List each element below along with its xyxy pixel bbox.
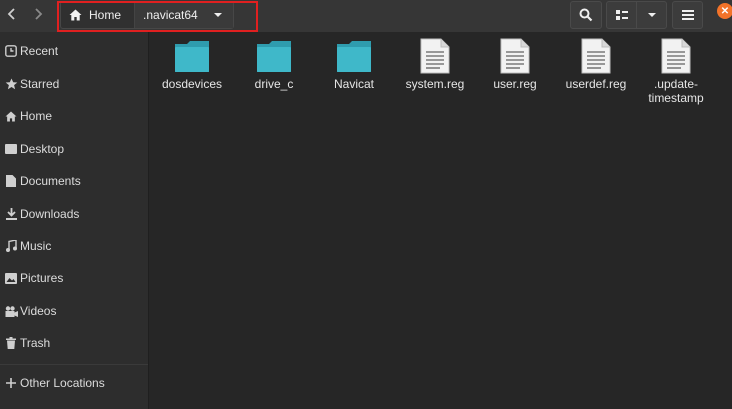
- sidebar-item-label: Recent: [20, 44, 59, 58]
- file-item-dosdevices[interactable]: dosdevices: [152, 38, 232, 91]
- sidebar-item-label: Home: [20, 109, 53, 123]
- search-icon: [579, 8, 593, 22]
- file-name: .update-timestamp: [648, 77, 704, 105]
- file-name: dosdevices: [161, 77, 223, 91]
- file-item-update-timestamp[interactable]: .update-timestamp: [636, 38, 716, 105]
- sidebar-item-label: Desktop: [20, 142, 65, 156]
- file-name: user.reg: [493, 77, 537, 91]
- file-name: drive_c: [254, 77, 294, 91]
- sidebar-item-downloads[interactable]: Downloads: [0, 204, 148, 224]
- sidebar-item-documents[interactable]: Documents: [0, 171, 148, 191]
- hamburger-menu-icon: [681, 10, 694, 20]
- file-item-navicat[interactable]: Navicat: [314, 38, 394, 91]
- download-icon: [3, 208, 19, 220]
- sidebar-divider: [0, 364, 148, 365]
- star-icon: [3, 78, 19, 90]
- text-document-icon: [581, 38, 611, 74]
- text-document-icon: [500, 38, 530, 74]
- sidebar-item-videos[interactable]: Videos: [0, 301, 148, 321]
- sidebar-item-label: Music: [20, 239, 52, 253]
- file-item-drive-c[interactable]: drive_c: [234, 38, 314, 91]
- sidebar-item-trash[interactable]: Trash: [0, 333, 148, 353]
- sidebar-item-label: Starred: [20, 77, 60, 91]
- picture-icon: [3, 272, 19, 284]
- sidebar-item-other-locations[interactable]: Other Locations: [0, 373, 148, 393]
- sidebar-item-pictures[interactable]: Pictures: [0, 268, 148, 288]
- close-icon: ✕: [720, 5, 730, 17]
- chevron-down-icon: [647, 13, 656, 17]
- menu-button[interactable]: [672, 1, 703, 29]
- folder-icon: [337, 41, 371, 72]
- plus-icon: [3, 378, 19, 388]
- sidebar-item-label: Pictures: [20, 271, 64, 285]
- header-bar: Home .navicat64 ✕: [0, 0, 732, 32]
- music-icon: [3, 240, 19, 252]
- file-name: system.reg: [405, 77, 465, 91]
- close-button[interactable]: ✕: [717, 3, 732, 19]
- sidebar-item-label: Trash: [20, 336, 51, 350]
- sidebar-item-music[interactable]: Music: [0, 236, 148, 256]
- sidebar-item-label: Documents: [20, 174, 81, 188]
- file-item-system-reg[interactable]: system.reg: [395, 38, 475, 91]
- highlight-annotation: [57, 1, 258, 32]
- file-name: userdef.reg: [565, 77, 627, 91]
- desktop-icon: [3, 144, 19, 154]
- folder-icon: [257, 41, 291, 72]
- list-view-icon: [615, 10, 628, 20]
- chevron-right-icon: [35, 8, 43, 20]
- forward-button[interactable]: [26, 2, 50, 26]
- back-button[interactable]: [0, 2, 24, 26]
- file-name: Navicat: [333, 77, 374, 91]
- view-mode-button[interactable]: [606, 1, 637, 29]
- view-options-button[interactable]: [636, 1, 667, 29]
- trash-icon: [3, 337, 19, 349]
- document-icon: [3, 175, 19, 187]
- file-item-user-reg[interactable]: user.reg: [475, 38, 555, 91]
- sidebar-item-recent[interactable]: Recent: [0, 41, 148, 61]
- file-view: dosdevices drive_c Navicat system.reg us…: [149, 32, 732, 409]
- chevron-left-icon: [7, 8, 15, 20]
- video-icon: [3, 305, 19, 317]
- sidebar-item-home[interactable]: Home: [0, 106, 148, 126]
- sidebar-item-label: Videos: [20, 304, 57, 318]
- folder-icon: [175, 41, 209, 72]
- sidebar-item-starred[interactable]: Starred: [0, 74, 148, 94]
- sidebar: Recent Starred Home Desktop Documents Do…: [0, 32, 149, 409]
- search-button[interactable]: [570, 1, 602, 29]
- text-document-icon: [420, 38, 450, 74]
- text-document-icon: [661, 38, 691, 74]
- sidebar-item-label: Other Locations: [20, 376, 105, 390]
- sidebar-item-label: Downloads: [20, 207, 80, 221]
- home-icon: [3, 110, 19, 122]
- clock-icon: [3, 45, 19, 57]
- sidebar-item-desktop[interactable]: Desktop: [0, 139, 148, 159]
- file-item-userdef-reg[interactable]: userdef.reg: [556, 38, 636, 91]
